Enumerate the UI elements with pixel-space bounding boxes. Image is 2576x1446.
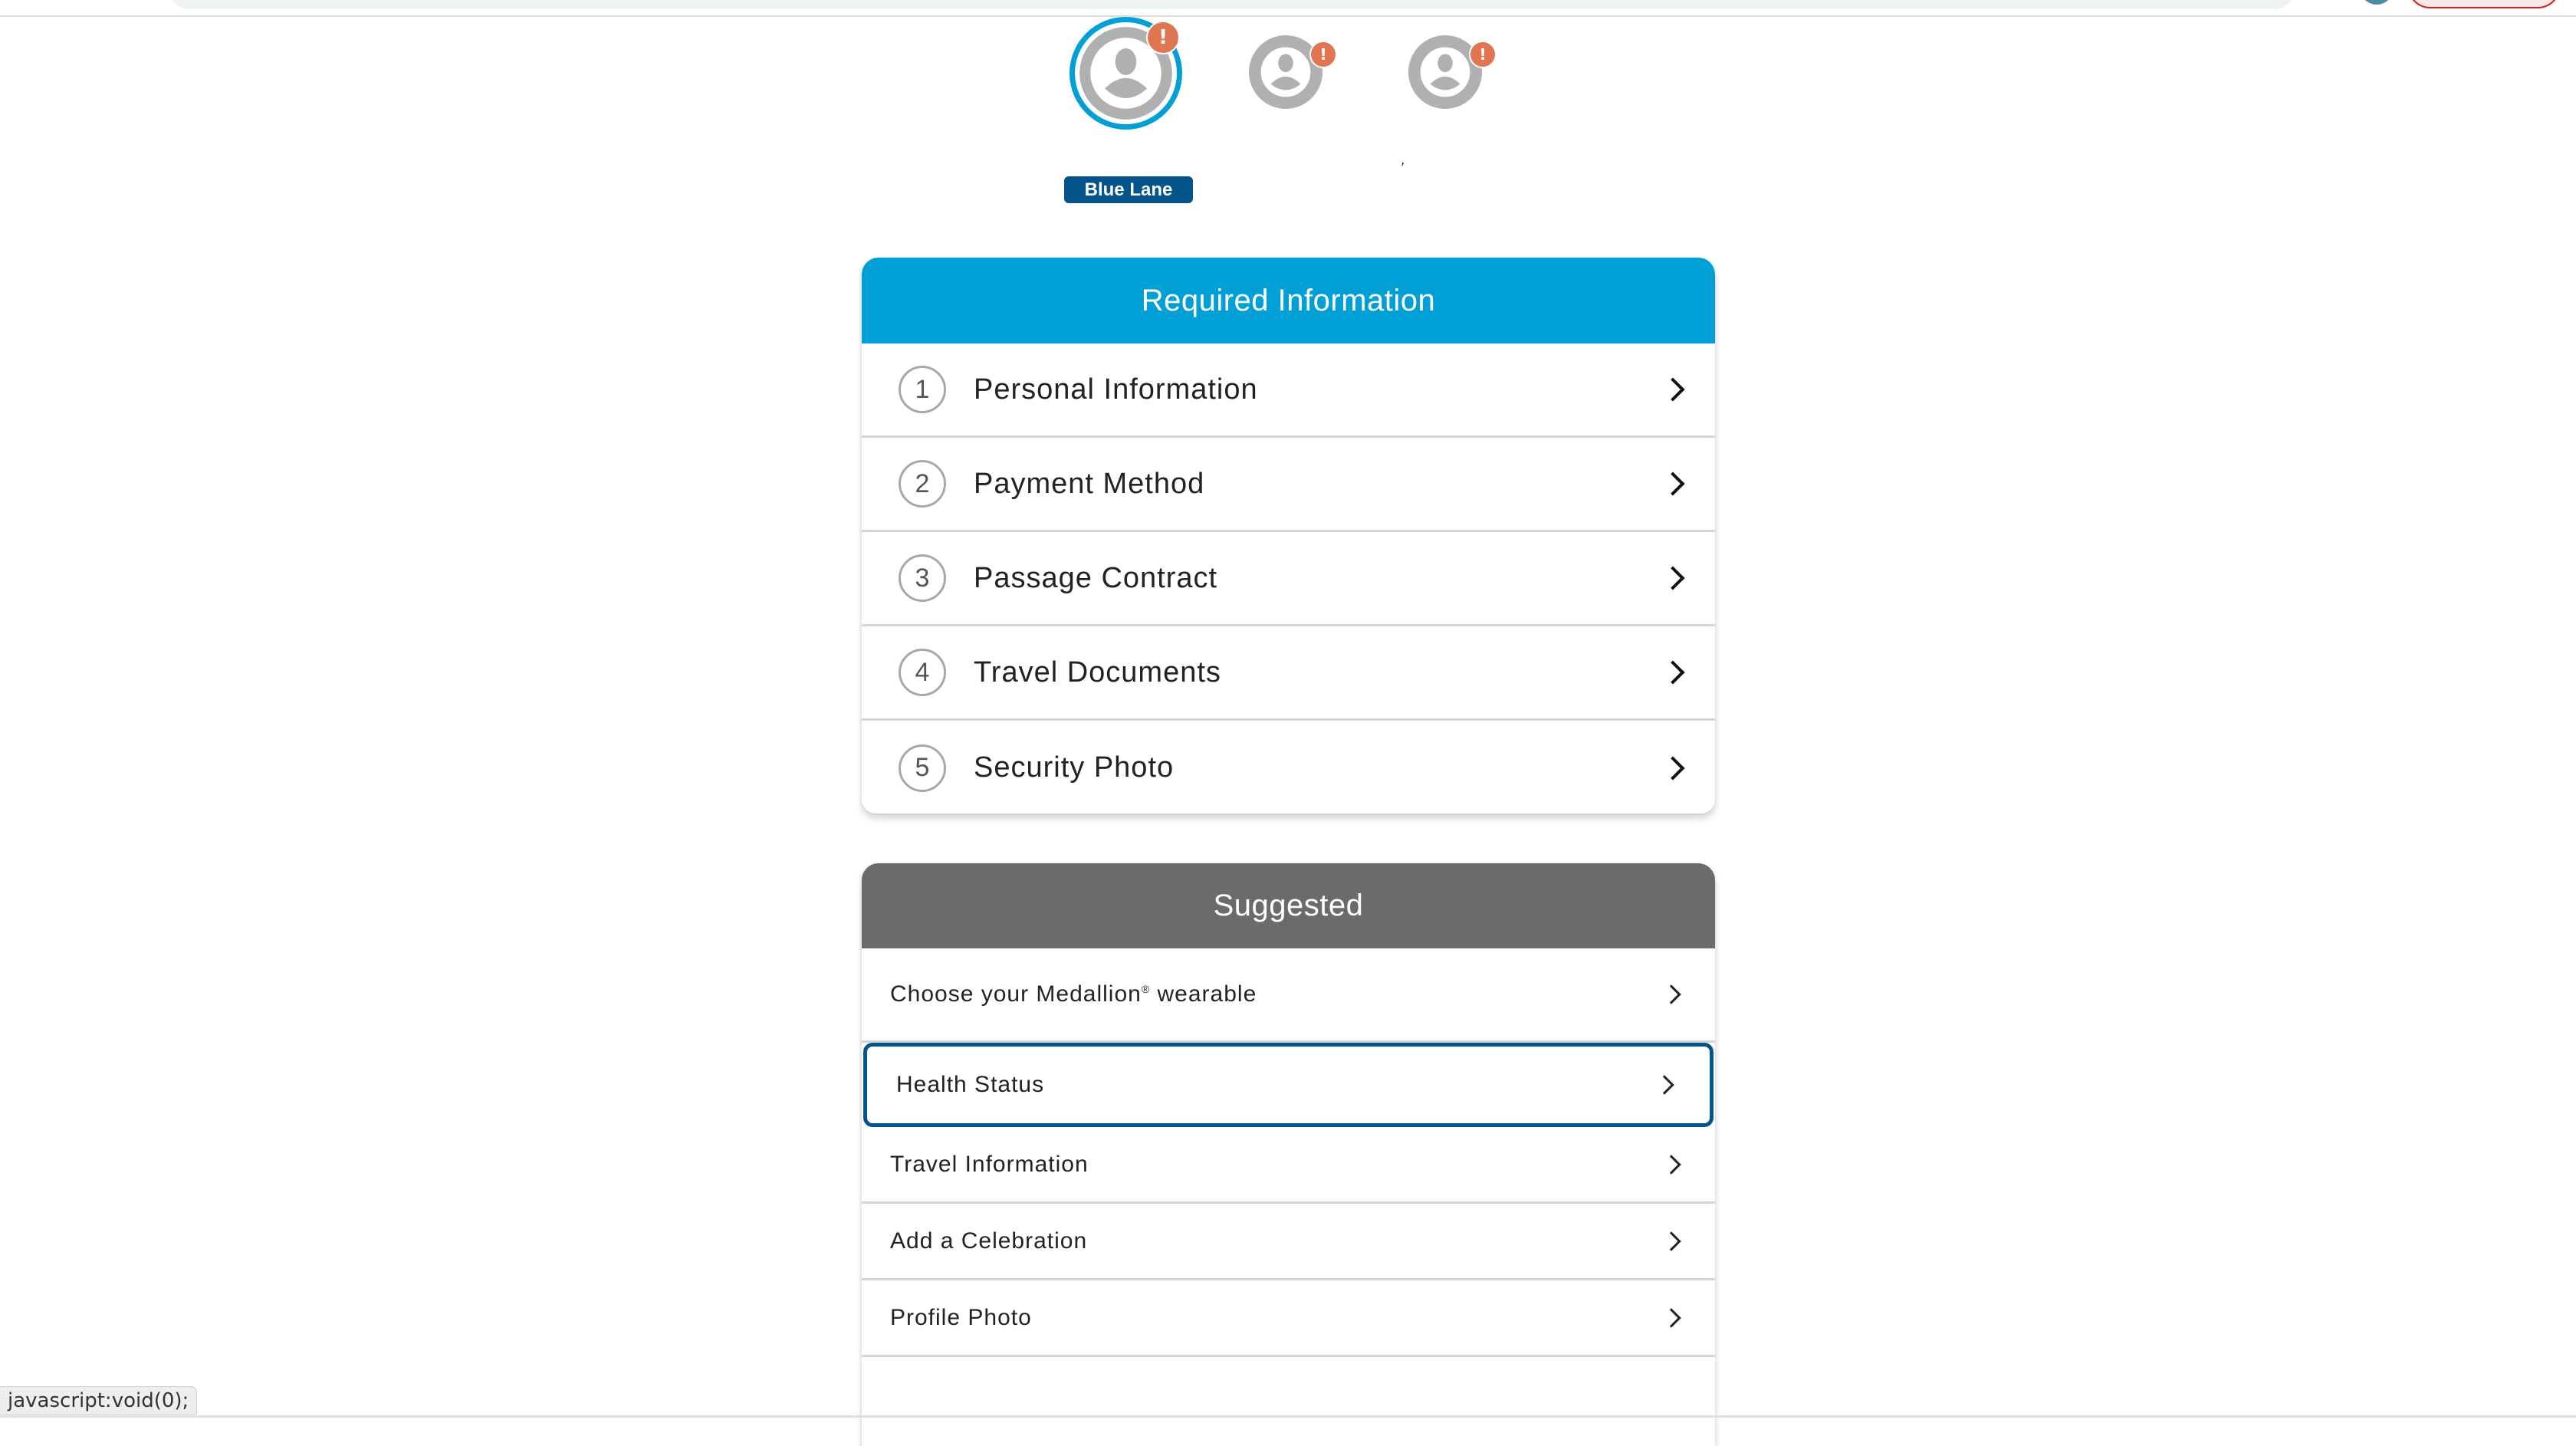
guest-avatar[interactable]: ! (1248, 35, 1337, 111)
label-suffix: wearable (1150, 981, 1257, 1007)
label-text: Choose your Medallion (890, 981, 1142, 1007)
blue-lane-badge: Blue Lane (1064, 176, 1193, 203)
viewport-bottom-divider (0, 1415, 2576, 1418)
alert-badge-icon: ! (1309, 41, 1337, 68)
chevron-right-icon (1661, 566, 1685, 590)
chevron-right-icon (1661, 472, 1685, 496)
step-number-icon: 5 (899, 744, 946, 792)
step-number-icon: 1 (899, 366, 946, 413)
suggested-item-label: Health Status (896, 1072, 1045, 1097)
step-number-icon: 3 (899, 554, 946, 602)
header-action-button[interactable] (2407, 0, 2561, 8)
browser-address-bar[interactable] (167, 0, 2296, 9)
suggested-item-profile-photo[interactable]: Profile Photo (862, 1280, 1715, 1357)
guest-name-fragment: , (1399, 152, 1409, 167)
header-divider (0, 15, 2576, 17)
suggested-item-label: Choose your Medallion® wearable (890, 981, 1257, 1007)
required-item-label: Passage Contract (974, 561, 1218, 594)
account-avatar-icon[interactable] (2361, 0, 2392, 5)
chevron-right-icon (1661, 1154, 1681, 1175)
suggested-item-label: Add a Celebration (890, 1227, 1088, 1254)
required-information-card: Required Information 1 Personal Informat… (862, 258, 1715, 813)
chevron-right-icon (1661, 984, 1681, 1004)
required-item-security-photo[interactable]: 5 Security Photo (862, 721, 1715, 813)
alert-badge-icon: ! (1146, 21, 1180, 54)
suggested-item-label: Profile Photo (890, 1304, 1032, 1330)
chevron-right-icon (1661, 660, 1685, 685)
suggested-item-medallion-wearable[interactable]: Choose your Medallion® wearable (862, 948, 1715, 1043)
chevron-right-icon (1661, 377, 1685, 402)
guest-avatar[interactable]: ! (1408, 35, 1497, 111)
required-item-label: Security Photo (974, 751, 1175, 784)
chevron-right-icon (1661, 1231, 1681, 1251)
suggested-item-add-celebration[interactable]: Add a Celebration (862, 1204, 1715, 1280)
chevron-right-icon (1654, 1075, 1674, 1095)
required-item-travel-documents[interactable]: 4 Travel Documents (862, 626, 1715, 721)
chevron-right-icon (1661, 1307, 1681, 1328)
required-item-label: Payment Method (974, 467, 1205, 500)
chevron-right-icon (1661, 755, 1685, 781)
suggested-item-health-status[interactable]: Health Status (863, 1043, 1714, 1127)
guest-avatar-selected[interactable]: ! (1070, 17, 1182, 130)
suggested-title: Suggested (862, 863, 1715, 948)
registered-mark: ® (1141, 983, 1151, 995)
required-item-passage-contract[interactable]: 3 Passage Contract (862, 532, 1715, 626)
suggested-item-label: Travel Information (890, 1151, 1089, 1177)
alert-badge-icon: ! (1469, 41, 1497, 68)
required-information-title: Required Information (862, 258, 1715, 343)
step-number-icon: 2 (899, 460, 946, 508)
required-item-label: Travel Documents (974, 656, 1221, 688)
required-item-label: Personal Information (974, 373, 1258, 406)
required-item-personal-information[interactable]: 1 Personal Information (862, 343, 1715, 438)
step-number-icon: 4 (899, 649, 946, 696)
browser-status-url: javascript:void(0); (0, 1386, 198, 1415)
required-list: 1 Personal Information 2 Payment Method … (862, 343, 1715, 813)
suggested-card: Suggested Choose your Medallion® wearabl… (862, 863, 1715, 1446)
suggested-item-travel-information[interactable]: Travel Information (862, 1127, 1715, 1204)
required-item-payment-method[interactable]: 2 Payment Method (862, 438, 1715, 532)
